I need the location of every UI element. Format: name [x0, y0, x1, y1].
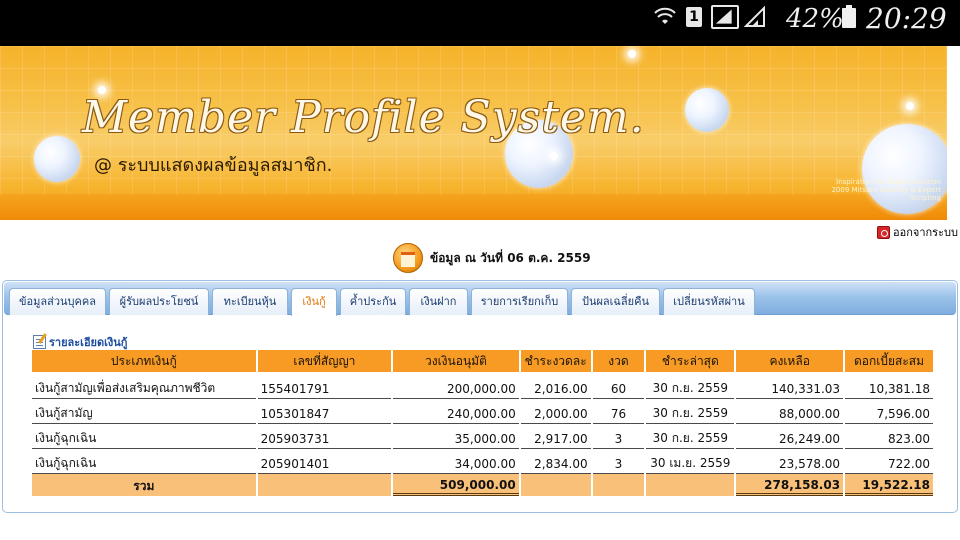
- table-header: ประเภทเงินกู้ เลขที่สัญญา วงเงินอนุมัติ …: [32, 350, 933, 372]
- loan-type-cell: เงินกู้สามัญเพื่อส่งเสริมคุณภาพชีวิต: [32, 372, 256, 399]
- sparkle-decoration: [628, 50, 636, 58]
- last-paid-cell: 30 ก.ย. 2559: [646, 399, 735, 424]
- banner-tagline-2: 2009 Mitsaro Security & Expert Scripting: [831, 186, 941, 202]
- column-header: งวด: [592, 350, 645, 372]
- banner-title: Member Profile System.: [82, 92, 645, 143]
- banner-tagline: Inspiration for Expert Solution 2009 Mit…: [801, 178, 941, 202]
- installment-cell: 2,834.00: [520, 449, 591, 474]
- approved-cell: 240,000.00: [393, 399, 519, 424]
- empty-cell: [646, 474, 735, 496]
- section-label: รายละเอียดเงินกู้: [49, 336, 128, 349]
- logout-label[interactable]: ออกจากระบบ: [893, 223, 958, 241]
- loan-type-cell: เงินกู้สามัญ: [32, 399, 256, 424]
- column-header: ดอกเบี้ยสะสม: [845, 350, 933, 372]
- tab-change-password[interactable]: เปลี่ยนรหัสผ่าน: [663, 288, 755, 315]
- approved-cell: 34,000.00: [393, 449, 519, 474]
- table-row: เงินกู้สามัญเพื่อส่งเสริมคุณภาพชีวิต 155…: [32, 372, 933, 399]
- installment-cell: 2,000.00: [520, 399, 591, 424]
- signal-icon: [744, 6, 765, 27]
- logout-link[interactable]: ออกจากระบบ: [877, 224, 958, 240]
- table-row: เงินกู้ฉุกเฉิน 205903731 35,000.00 2,917…: [32, 424, 933, 449]
- battery-percent: 42%: [786, 4, 844, 34]
- total-approved: 509,000.00: [393, 474, 519, 496]
- interest-cell: 7,596.00: [845, 399, 933, 424]
- interest-cell: 722.00: [845, 449, 933, 474]
- column-header: คงเหลือ: [736, 350, 844, 372]
- installment-cell: 2,016.00: [520, 372, 591, 399]
- column-header: ชำระงวดละ: [520, 350, 591, 372]
- interest-cell: 823.00: [845, 424, 933, 449]
- tab-bar: ข้อมูลส่วนบุคคล ผู้รับผลประโยชน์ ทะเบียน…: [4, 282, 956, 316]
- content-panel: ข้อมูลส่วนบุคคล ผู้รับผลประโยชน์ ทะเบียน…: [2, 280, 958, 513]
- status-bar: 1 42% 20:29: [0, 0, 960, 46]
- total-interest: 19,522.18: [845, 474, 933, 496]
- balance-cell: 88,000.00: [736, 399, 844, 424]
- tab-personal-info[interactable]: ข้อมูลส่วนบุคคล: [9, 288, 106, 315]
- last-paid-cell: 30 ก.ย. 2559: [646, 424, 735, 449]
- sparkle-decoration: [906, 102, 914, 110]
- approved-cell: 35,000.00: [393, 424, 519, 449]
- last-paid-cell: 30 ก.ย. 2559: [646, 372, 735, 399]
- column-header: ประเภทเงินกู้: [32, 350, 256, 372]
- tab-dividend[interactable]: ปันผลเฉลี่ยคืน: [571, 288, 660, 315]
- period-cell: 3: [592, 449, 645, 474]
- banner-tagline-1: Inspiration for Expert Solution: [836, 178, 941, 186]
- table-row: เงินกู้สามัญ 105301847 240,000.00 2,000.…: [32, 399, 933, 424]
- total-balance: 278,158.03: [736, 474, 844, 496]
- loan-type-cell: เงินกู้ฉุกเฉิน: [32, 449, 256, 474]
- tab-deposit[interactable]: เงินฝาก: [409, 288, 468, 315]
- contract-cell: 155401791: [257, 372, 392, 399]
- sim-icon: 1: [686, 7, 702, 27]
- column-header: วงเงินอนุมัติ: [393, 350, 519, 372]
- total-row: รวม 509,000.00 278,158.03 19,522.18: [32, 474, 933, 496]
- contract-cell: 205901401: [257, 449, 392, 474]
- period-cell: 76: [592, 399, 645, 424]
- date-label: ข้อมูล ณ วันที่ 06 ต.ค. 2559: [430, 250, 591, 265]
- wifi-icon: [654, 7, 676, 24]
- header-banner: Member Profile System. @ ระบบแสดงผลข้อมู…: [0, 46, 947, 220]
- calendar-icon: [393, 243, 423, 273]
- tab-shares[interactable]: ทะเบียนหุ้น: [212, 288, 288, 315]
- column-header: ชำระล่าสุด: [646, 350, 735, 372]
- tab-billing[interactable]: รายการเรียกเก็บ: [471, 288, 568, 315]
- approved-cell: 200,000.00: [393, 372, 519, 399]
- contract-cell: 205903731: [257, 424, 392, 449]
- empty-cell: [592, 474, 645, 496]
- signal-icon: [711, 5, 739, 29]
- clock: 20:29: [866, 2, 947, 35]
- bubble-decoration: [685, 88, 729, 132]
- bubble-decoration: [34, 136, 80, 182]
- period-cell: 60: [592, 372, 645, 399]
- tab-guarantee[interactable]: ค้ำประกัน: [340, 288, 406, 315]
- balance-cell: 23,578.00: [736, 449, 844, 474]
- power-icon[interactable]: [877, 225, 890, 239]
- contract-cell: 105301847: [257, 399, 392, 424]
- battery-icon: [842, 5, 856, 28]
- last-paid-cell: 30 เม.ย. 2559: [646, 449, 735, 474]
- section-title: รายละเอียดเงินกู้: [33, 333, 127, 351]
- document-edit-icon: [33, 335, 46, 349]
- table-row: เงินกู้ฉุกเฉิน 205901401 34,000.00 2,834…: [32, 449, 933, 474]
- total-label: รวม: [32, 474, 256, 496]
- period-cell: 3: [592, 424, 645, 449]
- tab-beneficiary[interactable]: ผู้รับผลประโยชน์: [109, 288, 209, 315]
- empty-cell: [520, 474, 591, 496]
- sparkle-decoration: [550, 152, 558, 160]
- tab-loans[interactable]: เงินกู้: [291, 288, 337, 316]
- column-header: เลขที่สัญญา: [257, 350, 392, 372]
- data-date: ข้อมูล ณ วันที่ 06 ต.ค. 2559: [393, 243, 591, 273]
- installment-cell: 2,917.00: [520, 424, 591, 449]
- banner-subtitle: @ ระบบแสดงผลข้อมูลสมาชิก.: [94, 155, 333, 176]
- loans-table: ประเภทเงินกู้ เลขที่สัญญา วงเงินอนุมัติ …: [30, 350, 935, 496]
- balance-cell: 140,331.03: [736, 372, 844, 399]
- loan-type-cell: เงินกู้ฉุกเฉิน: [32, 424, 256, 449]
- balance-cell: 26,249.00: [736, 424, 844, 449]
- interest-cell: 10,381.18: [845, 372, 933, 399]
- empty-cell: [257, 474, 392, 496]
